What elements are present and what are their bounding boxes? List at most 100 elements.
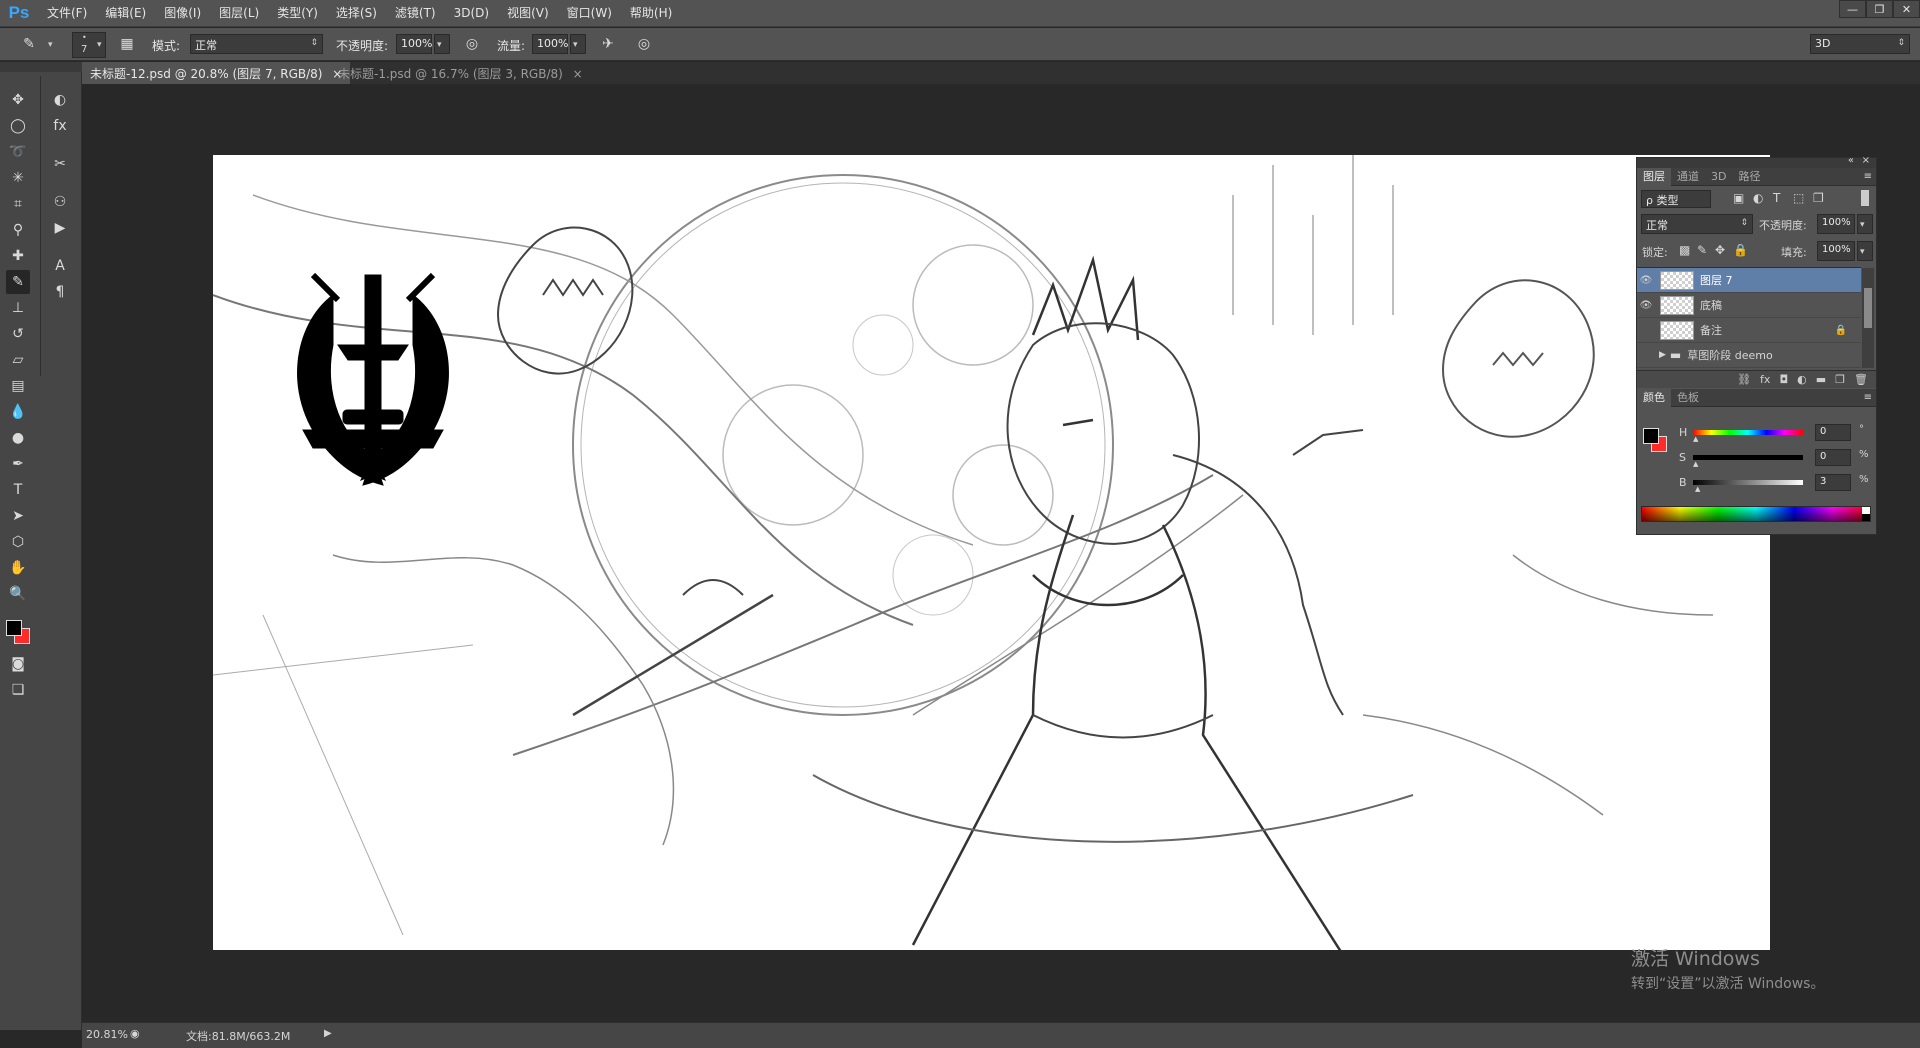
eraser-tool-icon[interactable]: ▱	[6, 348, 30, 372]
visibility-toggle[interactable]	[1637, 343, 1655, 368]
eye-icon[interactable]: 👁	[1637, 293, 1655, 318]
lock-pixels-icon[interactable]: ✎	[1697, 243, 1707, 257]
magic-wand-tool-icon[interactable]: ✳	[6, 166, 30, 190]
menu-layer[interactable]: 图层(L)	[210, 0, 268, 27]
tab-swatches[interactable]: 色板	[1671, 389, 1705, 407]
status-menu-arrow-icon[interactable]: ▶	[324, 1028, 332, 1039]
layer-opacity-dropdown[interactable]: ▾	[1857, 214, 1873, 234]
close-button[interactable]: ✕	[1893, 0, 1920, 18]
eye-icon[interactable]: 👁	[1637, 268, 1655, 293]
flow-input[interactable]: 100%	[532, 34, 568, 54]
shape-tool-icon[interactable]: ⬡	[6, 530, 30, 554]
filter-smart-object-icon[interactable]: ❐	[1813, 191, 1824, 205]
adjustment-layer-icon[interactable]: ◐	[1797, 373, 1807, 386]
color-spectrum-ramp[interactable]	[1641, 506, 1871, 522]
tools-panel-grip[interactable]	[0, 62, 82, 72]
brush-panel-toggle-icon[interactable]: ▦	[116, 33, 138, 55]
expand-triangle-icon[interactable]: ▶	[1659, 350, 1666, 360]
filter-type-icon[interactable]: T	[1773, 191, 1780, 205]
foreground-color-swatch[interactable]	[6, 620, 22, 636]
fill-input[interactable]: 100%	[1817, 241, 1855, 261]
menu-image[interactable]: 图像(I)	[155, 0, 210, 27]
tab-color[interactable]: 颜色	[1637, 388, 1671, 407]
history-panel-icon[interactable]: ◐	[48, 88, 72, 112]
hue-input[interactable]: 0	[1815, 424, 1851, 441]
workspace-select[interactable]: 3D ⇕	[1810, 34, 1910, 54]
zoom-level[interactable]: 20.81%	[86, 1028, 128, 1041]
filter-toggle[interactable]	[1861, 190, 1869, 206]
fill-dropdown[interactable]: ▾	[1857, 241, 1873, 261]
menu-select[interactable]: 选择(S)	[327, 0, 386, 27]
layer-group-row[interactable]: ▶ ▬ 草图阶段 deemo	[1637, 343, 1861, 368]
lock-all-icon[interactable]: 🔒	[1733, 243, 1748, 257]
layer-style-icon[interactable]: fx	[1760, 373, 1770, 386]
screen-mode-icon[interactable]: ❏	[6, 678, 30, 702]
tab-document-1[interactable]: 未标题-1.psd @ 16.7% (图层 3, RGB/8) ×	[330, 62, 591, 84]
saturation-slider[interactable]	[1693, 455, 1803, 460]
blur-tool-icon[interactable]: 💧	[6, 400, 30, 424]
brush-preset-picker[interactable]: • 7 ▾	[72, 32, 106, 58]
saturation-slider-thumb-icon[interactable]: ▲	[1693, 460, 1698, 468]
tool-presets-icon[interactable]: ✂	[48, 152, 72, 176]
opacity-dropdown[interactable]: ▾	[434, 34, 450, 54]
tab-document-12[interactable]: 未标题-12.psd @ 20.8% (图层 7, RGB/8) ×	[82, 62, 351, 84]
marquee-tool-icon[interactable]: ◯	[6, 114, 30, 138]
collapse-icon[interactable]: «	[1848, 155, 1854, 166]
brush-tool-icon[interactable]: ✎	[6, 270, 30, 294]
clone-source-icon[interactable]: ⚇	[48, 190, 72, 214]
brightness-slider-thumb-icon[interactable]: ▲	[1695, 485, 1700, 493]
airbrush-icon[interactable]: ✈	[597, 33, 619, 55]
gradient-tool-icon[interactable]: ▤	[6, 374, 30, 398]
flow-dropdown[interactable]: ▾	[570, 34, 586, 54]
menu-type[interactable]: 类型(Y)	[268, 0, 327, 27]
crop-tool-icon[interactable]: ⌗	[6, 192, 30, 216]
layer-row[interactable]: 备注 🔒	[1637, 318, 1861, 343]
scrollbar-thumb[interactable]	[1864, 288, 1872, 328]
new-group-icon[interactable]: ▬	[1816, 373, 1826, 386]
healing-brush-tool-icon[interactable]: ✚	[6, 244, 30, 268]
menu-edit[interactable]: 编辑(E)	[96, 0, 155, 27]
hue-slider-thumb-icon[interactable]: ▲	[1693, 435, 1698, 443]
history-brush-tool-icon[interactable]: ↺	[6, 322, 30, 346]
menu-view[interactable]: 视图(V)	[498, 0, 558, 27]
filter-pixel-icon[interactable]: ▣	[1733, 191, 1744, 205]
link-layers-icon[interactable]: ⛓	[1737, 373, 1751, 386]
lock-position-icon[interactable]: ✥	[1715, 243, 1725, 257]
brush-tool-icon[interactable]: ✎	[18, 33, 40, 55]
layer-row[interactable]: 👁 图层 7	[1637, 268, 1861, 293]
delete-layer-icon[interactable]: 🗑	[1854, 373, 1868, 386]
filter-adjustment-icon[interactable]: ◐	[1753, 191, 1763, 205]
brightness-slider[interactable]	[1693, 480, 1803, 485]
actions-play-icon[interactable]: ▶	[48, 216, 72, 240]
panel-menu-icon[interactable]: ≡	[1864, 392, 1876, 403]
layer-row[interactable]: 👁 底稿	[1637, 293, 1861, 318]
blend-mode-select[interactable]: 正常 ⇕	[1641, 214, 1753, 234]
styles-panel-icon[interactable]: fx	[48, 114, 72, 138]
menu-window[interactable]: 窗口(W)	[558, 0, 621, 27]
eyedropper-tool-icon[interactable]: ⚲	[6, 218, 30, 242]
filter-shape-icon[interactable]: ⬚	[1793, 191, 1804, 205]
fg-color-swatch[interactable]	[1643, 428, 1659, 444]
menu-filter[interactable]: 滤镜(T)	[386, 0, 445, 27]
menu-3d[interactable]: 3D(D)	[445, 0, 498, 27]
character-panel-icon[interactable]: A	[48, 254, 72, 278]
layer-opacity-input[interactable]: 100%	[1817, 214, 1855, 234]
hand-tool-icon[interactable]: ✋	[6, 556, 30, 580]
spectrum-black[interactable]	[1862, 514, 1870, 521]
hue-slider[interactable]	[1693, 430, 1803, 435]
panel-menu-icon[interactable]: ≡	[1864, 171, 1876, 182]
dodge-tool-icon[interactable]: ●	[6, 426, 30, 450]
tab-layers[interactable]: 图层	[1637, 167, 1671, 186]
document-canvas[interactable]	[213, 155, 1770, 950]
menu-help[interactable]: 帮助(H)	[621, 0, 681, 27]
brightness-input[interactable]: 3	[1815, 474, 1851, 491]
lasso-tool-icon[interactable]: ➰	[6, 140, 30, 164]
tab-close-icon[interactable]: ×	[573, 67, 583, 81]
tab-paths[interactable]: 路径	[1732, 168, 1766, 186]
new-layer-icon[interactable]: ❐	[1835, 373, 1845, 386]
stamp-tool-icon[interactable]: ⊥	[6, 296, 30, 320]
lock-transparency-icon[interactable]: ▩	[1679, 243, 1690, 257]
pen-tool-icon[interactable]: ✒	[6, 452, 30, 476]
tool-preset-caret-icon[interactable]: ▾	[48, 40, 53, 50]
pressure-size-icon[interactable]: ◎	[633, 33, 655, 55]
